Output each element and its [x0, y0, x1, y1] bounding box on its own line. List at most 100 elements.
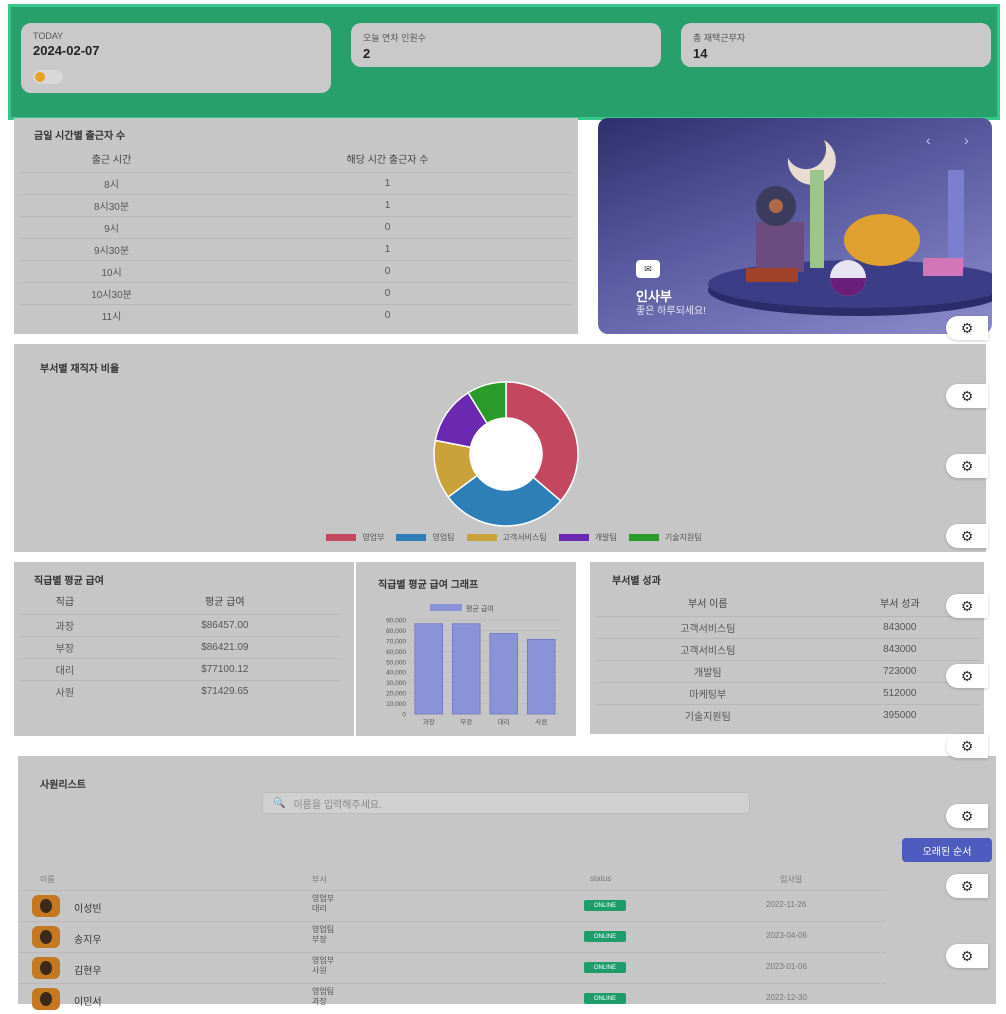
list-item[interactable]: 김현우 영업부 사원 ONLINE 2023-01-06 [20, 952, 886, 982]
status-badge: ONLINE [584, 993, 626, 1004]
legend-item[interactable]: 기술지원팀 [628, 532, 702, 543]
dept-ratio-panel: 부서별 재직자 비율 영업부 영업팀 고객서비스팀 개발팀 기술지원팀 [14, 344, 986, 552]
checkin-table: 출근 시간 해당 시간 출근자 수 8시 1 8시30분 1 9시 0 9시30분 1 10시 0… [20, 146, 572, 326]
gear-icon[interactable]: ⚙ [946, 804, 988, 828]
table-row: 8시30분 1 [20, 193, 572, 216]
table-row: 사원 $71429.65 [20, 679, 340, 702]
salary-title: 직급별 평균 급여 [34, 576, 104, 587]
dept-perf-table: 부서 이름 부서 성과 고객서비스팀 843000 고객서비스팀 843000 개발팀 7… [596, 590, 980, 726]
gear-icon[interactable]: ⚙ [946, 874, 988, 898]
y-tick-label: 60,000 [386, 649, 406, 656]
y-tick-label: 20,000 [386, 691, 406, 698]
avatar [32, 926, 60, 948]
y-tick-label: 90,000 [386, 618, 406, 625]
dept-perf-cell: 395000 [819, 703, 980, 726]
remote-label: 총 재택근무자 [693, 33, 746, 43]
status-badge: ONLINE [584, 900, 626, 911]
employee-dept: 영업부 사원 [312, 956, 334, 976]
search-icon: 🔍 [273, 797, 286, 809]
table-row: 대리 $77100.12 [20, 657, 340, 680]
mail-icon: ✉ [636, 260, 660, 278]
gear-icon[interactable]: ⚙ [946, 454, 988, 478]
y-tick-label: 30,000 [386, 680, 406, 687]
leave-value: 2 [363, 46, 371, 61]
gear-icon[interactable]: ⚙ [946, 944, 988, 968]
bar[interactable] [414, 623, 444, 715]
legend-item[interactable]: 고객서비스팀 [466, 532, 547, 543]
gear-icon[interactable]: ⚙ [946, 384, 988, 408]
bar[interactable] [526, 638, 556, 715]
dept-perf-cell: 마케팅부 [596, 681, 820, 704]
dept-perf-cell: 843000 [819, 615, 980, 638]
gear-icon[interactable]: ⚙ [946, 594, 988, 618]
salary-cell: 과장 [20, 613, 110, 636]
table-row: 9시30분 1 [20, 237, 572, 260]
dept-perf-col-name: 부서 이름 [688, 599, 728, 611]
chart-legend-label: 평균 급여 [466, 604, 494, 613]
gear-icon[interactable]: ⚙ [946, 524, 988, 548]
list-item[interactable]: 이민서 영업팀 과장 ONLINE 2022-12-30 [20, 983, 886, 1013]
salary-cell: $86421.09 [109, 635, 340, 658]
bar[interactable] [451, 623, 481, 715]
checkin-panel: 금일 시간별 출근자 수 출근 시간 해당 시간 출근자 수 8시 1 8시30분 1… [14, 118, 578, 334]
donut-hole [470, 418, 542, 490]
table-row: 개발팀 723000 [596, 659, 980, 682]
x-tick-label: 과장 [423, 717, 435, 726]
hero-prev-arrow[interactable]: ‹ [926, 132, 931, 148]
employee-dept-name: 영업팀 [312, 925, 335, 934]
checkin-cell: 9시30분 [20, 237, 204, 260]
salary-cell: 대리 [20, 657, 110, 680]
salary-cell: $77100.12 [109, 657, 340, 680]
remote-value: 14 [693, 46, 708, 61]
employee-join-date: 2022-12-30 [766, 993, 807, 1002]
salary-cell: $86457.00 [109, 613, 340, 636]
checkin-title: 금일 시간별 출근자 수 [34, 131, 126, 142]
legend-swatch [466, 534, 497, 541]
checkin-col-count: 해당 시간 출근자 수 [346, 155, 429, 167]
employee-name: 이민서 [74, 997, 102, 1008]
employee-rank: 부장 [312, 935, 327, 944]
checkin-cell: 8시 [20, 171, 204, 194]
employee-dept-name: 영업부 [312, 894, 335, 903]
dept-perf-cell: 개발팀 [596, 659, 820, 682]
checkin-cell: 9시 [20, 215, 204, 238]
dept-perf-title: 부서별 성과 [612, 576, 661, 587]
table-row: 과장 $86457.00 [20, 613, 340, 636]
sort-oldest-button[interactable]: 오래된 순서 [902, 838, 992, 862]
gear-icon[interactable]: ⚙ [946, 664, 988, 688]
checkin-cell: 10시 [20, 259, 204, 282]
gear-icon[interactable]: ⚙ [946, 734, 988, 758]
salary-cell: $71429.65 [109, 679, 340, 702]
legend-label: 개발팀 [594, 533, 617, 542]
y-tick-label: 80,000 [386, 628, 406, 635]
salary-cell: 부장 [20, 635, 110, 658]
table-row: 10시 0 [20, 259, 572, 282]
checkin-cell: 0 [203, 303, 572, 326]
employee-name: 김현우 [74, 966, 102, 977]
gear-icon[interactable]: ⚙ [946, 316, 988, 340]
legend-item[interactable]: 영업팀 [396, 532, 455, 543]
status-badge: ONLINE [584, 931, 626, 942]
list-item[interactable]: 송지우 영업팀 부장 ONLINE 2023-04-06 [20, 921, 886, 951]
employee-dept-name: 영업부 [312, 956, 335, 965]
employee-join-date: 2022-11-26 [766, 900, 807, 909]
y-tick-label: 50,000 [386, 659, 406, 666]
list-item[interactable]: 이성빈 영업부 대리 ONLINE 2022-11-26 [20, 890, 886, 920]
y-tick-label: 40,000 [386, 670, 406, 677]
employee-search-input[interactable]: 🔍 이름을 입력해주세요. [262, 792, 750, 814]
hero-next-arrow[interactable]: › [964, 132, 969, 148]
emp-col-status: status [590, 874, 612, 883]
hero-banner: ‹ › ✉ 인사부 좋은 하루되세요! [598, 118, 992, 334]
theme-toggle[interactable] [33, 70, 63, 84]
legend-label: 고객서비스팀 [502, 533, 547, 542]
salary-col-avg: 평균 급여 [205, 597, 245, 609]
salary-panel: 직급별 평균 급여 직급 평균 급여 과장 $86457.00 부장 $86421.0… [14, 562, 354, 736]
top-banner: TODAY 2024-02-07 오늘 연차 인원수 2 총 재택근무자 14 [8, 4, 1000, 120]
checkin-cell: 0 [203, 215, 572, 238]
legend-item[interactable]: 개발팀 [558, 532, 617, 543]
checkin-cell: 1 [203, 171, 572, 194]
employee-dept: 영업부 대리 [312, 894, 334, 914]
bar[interactable] [489, 633, 519, 715]
legend-item[interactable]: 영업부 [326, 532, 384, 543]
dept-ratio-legend: 영업부 영업팀 고객서비스팀 개발팀 기술지원팀 [284, 528, 744, 546]
